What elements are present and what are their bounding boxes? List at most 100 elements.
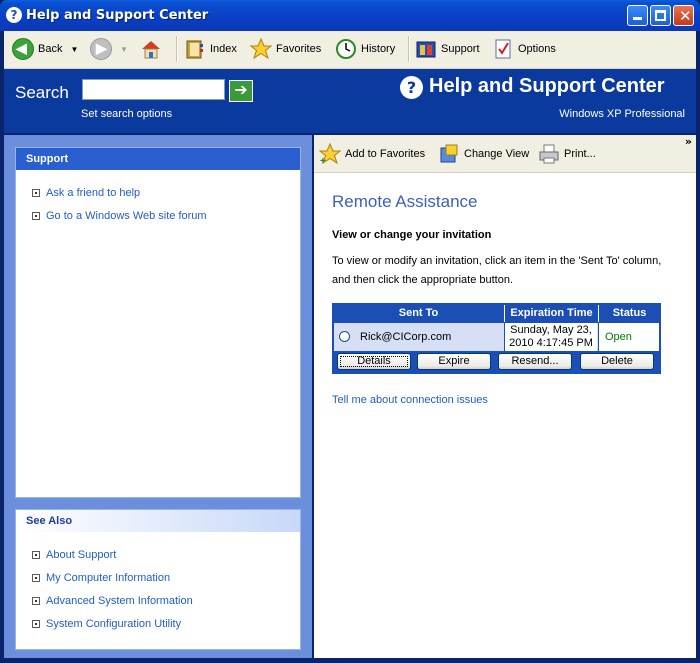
page-description: To view or modify an invitation, click a… [332,255,662,286]
support-link-ask-friend[interactable]: Ask a friend to help [32,187,140,199]
add-favorites-star-icon: + [318,142,342,167]
expire-button[interactable]: Expire [417,353,491,370]
history-clock-icon [335,38,357,60]
toolbar-separator [176,36,178,62]
options-checklist-icon [492,38,514,60]
bullet-icon [32,189,40,197]
left-pane: Support Ask a friend to help Go to a Win… [4,135,312,658]
favorites-button[interactable]: Favorites [249,37,322,61]
see-also-heading: See Also [16,510,300,532]
back-button[interactable]: ◀ Back ▼ [12,37,78,61]
see-also-link-computer-info[interactable]: My Computer Information [32,572,170,584]
search-go-button[interactable]: ➔ [229,80,253,102]
resend-button[interactable]: Resend... [498,353,572,370]
expiration-time: 2010 4:17:45 PM [509,337,593,349]
bullet-icon [32,620,40,628]
connection-issues-link[interactable]: Tell me about connection issues [332,394,488,406]
title-bar[interactable]: ? Help and Support Center ✕ [0,0,700,31]
change-view-button[interactable]: Change View [438,143,529,165]
link-label: My Computer Information [46,572,171,584]
search-band: Search ➔ Set search options ? Help and S… [4,69,696,133]
invitation-table: Sent To Expiration Time Status Rick@CICo… [332,303,661,374]
status-cell: Open [598,323,659,351]
header-expiration: Expiration Time [504,305,598,322]
content-toolbar: + Add to Favorites Change View Print... … [314,135,696,173]
help-icon: ? [400,76,423,99]
support-panel: Support Ask a friend to help Go to a Win… [15,147,301,498]
page-title: Remote Assistance [332,192,478,211]
table-row[interactable]: Rick@CICorp.com Sunday, May 23, 2010 4:1… [334,323,659,351]
link-label: System Configuration Utility [46,618,182,630]
index-book-icon [184,38,206,60]
details-button[interactable]: Details [337,353,411,370]
link-label: About Support [46,549,117,561]
see-also-link-about-support[interactable]: About Support [32,549,116,561]
back-label: Back [38,43,63,55]
add-to-favorites-button[interactable]: + Add to Favorites [318,142,426,167]
minimize-button[interactable] [627,5,648,26]
support-icon [415,38,437,60]
bullet-icon [32,574,40,582]
forward-dropdown-icon[interactable]: ▼ [120,45,128,54]
options-label: Options [518,43,556,55]
sent-to-cell: Rick@CICorp.com [360,331,452,343]
main-toolbar: ◀ Back ▼ ▶ ▼ Index Favorites History Sup… [4,31,696,69]
close-button[interactable]: ✕ [673,5,694,26]
maximize-icon [655,10,666,21]
header-status: Status [598,305,660,322]
back-dropdown-icon[interactable]: ▼ [70,45,78,54]
delete-button[interactable]: Delete [580,353,654,370]
link-label: Advanced System Information [46,595,193,607]
help-support-window: ? Help and Support Center ✕ ◀ Back ▼ ▶ ▼ [0,0,700,663]
expiration-date: Sunday, May 23, [510,324,592,336]
change-view-icon [438,143,460,165]
link-label: Go to a Windows Web site forum [46,210,207,222]
search-label: Search [15,83,69,102]
search-options-link[interactable]: Set search options [81,108,172,120]
help-icon: ? [6,7,22,23]
header-sent-to: Sent To [398,307,439,319]
see-also-link-advanced-info[interactable]: Advanced System Information [32,595,193,607]
print-button[interactable]: Print... [538,143,596,165]
print-label: Print... [564,148,596,160]
change-view-label: Change View [464,148,530,160]
arrow-right-icon: ➔ [234,80,248,99]
favorites-star-icon [249,37,273,60]
bullet-icon [32,212,40,220]
bullet-icon [32,551,40,559]
close-icon: ✕ [679,7,692,25]
history-label: History [361,43,396,55]
forward-arrow-icon: ▶ [90,38,112,60]
row-radio-button[interactable] [339,331,350,342]
see-also-link-config-utility[interactable]: System Configuration Utility [32,618,181,630]
home-button[interactable] [140,37,166,61]
toolbar-overflow-chevron-icon[interactable]: » [685,135,692,148]
support-button[interactable]: Support [415,37,480,61]
content-pane: + Add to Favorites Change View Print... … [314,135,696,658]
index-label: Index [210,43,237,55]
forward-button[interactable]: ▶ ▼ [90,37,128,61]
link-label: Ask a friend to help [46,187,141,199]
bullet-icon [32,597,40,605]
add-favorites-label: Add to Favorites [345,148,426,160]
support-link-web-forum[interactable]: Go to a Windows Web site forum [32,210,207,222]
options-button[interactable]: Options [492,37,556,61]
brand-title: Help and Support Center [429,75,665,97]
see-also-panel: See Also About Support My Computer Infor… [15,509,301,650]
support-label: Support [441,43,480,55]
expiration-cell: Sunday, May 23, 2010 4:17:45 PM [504,323,597,351]
printer-icon [538,143,560,165]
minimize-icon [633,17,642,20]
brand-subtitle: Windows XP Professional [559,108,685,120]
favorites-label: Favorites [276,43,322,55]
support-heading: Support [16,148,300,170]
page-subtitle: View or change your invitation [332,229,492,241]
back-arrow-icon: ◀ [12,38,34,60]
window-title: Help and Support Center [26,8,209,23]
maximize-button[interactable] [650,5,671,26]
toolbar-separator [408,36,410,62]
svg-text:+: + [320,156,326,165]
index-button[interactable]: Index [184,37,237,61]
history-button[interactable]: History [335,37,395,61]
search-input[interactable] [82,79,225,100]
